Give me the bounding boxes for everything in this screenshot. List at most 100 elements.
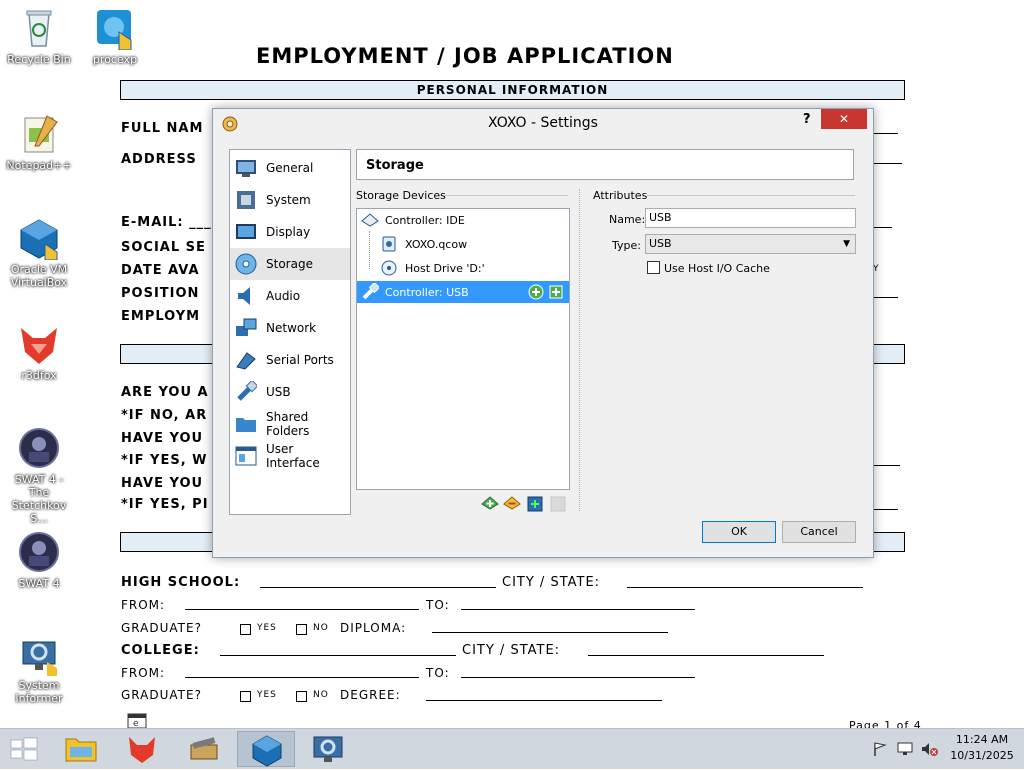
help-button[interactable]: ? <box>803 112 811 127</box>
field-social-security: SOCIAL SE <box>121 240 206 255</box>
field-if-yes-1: *IF YES, W <box>121 453 208 468</box>
desktop-icon-r3dfox[interactable]: r3dfox <box>4 322 74 382</box>
tree-item-controller-usb[interactable]: Controller: USB <box>357 281 569 303</box>
tree-item-label: Host Drive 'D:' <box>405 261 485 275</box>
swat4-icon <box>17 530 61 574</box>
add-attachment-icon[interactable] <box>526 495 544 513</box>
underline <box>461 609 695 610</box>
desktop-icon-system-informer[interactable]: System Informer <box>4 632 74 705</box>
taskbar-folder-books[interactable] <box>175 731 233 767</box>
volume-muted-icon[interactable] <box>920 741 938 757</box>
tree-item-label: Controller: USB <box>385 285 469 299</box>
ide-controller-icon <box>361 211 379 229</box>
tree-item-host-drive[interactable]: Host Drive 'D:' <box>381 257 485 279</box>
underline <box>872 465 900 466</box>
cancel-button[interactable]: Cancel <box>782 521 856 543</box>
desktop-icon-label: SWAT 4 - The Stetchkov S... <box>11 473 67 525</box>
field-employment: EMPLOYM <box>121 309 201 324</box>
ok-button[interactable]: OK <box>702 521 776 543</box>
audio-icon <box>235 285 257 307</box>
remove-controller-icon[interactable] <box>503 495 521 513</box>
system-informer-icon <box>313 736 343 762</box>
clock-date[interactable]: 10/31/2025 <box>944 749 1020 762</box>
use-host-cache-label: Use Host I/O Cache <box>664 262 770 275</box>
nav-item-general[interactable]: General <box>230 152 350 184</box>
use-host-cache-checkbox[interactable] <box>647 261 660 274</box>
nav-item-label: Shared Folders <box>266 410 310 438</box>
nav-item-audio[interactable]: Audio <box>230 280 350 312</box>
folder-books-icon <box>190 737 218 760</box>
nav-item-user-interface[interactable]: User Interface <box>230 440 350 472</box>
underline <box>220 655 456 656</box>
tree-item-label: XOXO.qcow <box>405 237 468 251</box>
desktop-icon-label: r3dfox <box>21 369 57 382</box>
add-usb-device-icon[interactable] <box>528 284 544 300</box>
taskbar: 11:24 AM 10/31/2025 <box>0 728 1024 769</box>
field-college-city-state: CITY / STATE: <box>462 643 561 658</box>
dialog-titlebar[interactable]: XOXO - Settings ? ✕ <box>213 109 873 139</box>
name-input[interactable]: USB <box>645 208 856 228</box>
field-graduate-2: GRADUATE? <box>121 688 202 702</box>
name-label: Name: <box>609 213 646 226</box>
nav-item-label: Display <box>266 225 311 239</box>
notepad-plus-plus-icon <box>17 112 61 156</box>
taskbar-file-explorer[interactable] <box>52 731 110 767</box>
swat4-expansion-icon <box>17 426 61 470</box>
desktop-icon-swat4[interactable]: SWAT 4 <box>4 530 74 590</box>
graduate-yes-label: YES <box>257 623 277 633</box>
system-icon <box>235 189 257 211</box>
nav-item-network[interactable]: Network <box>230 312 350 344</box>
desktop-icon-recycle-bin[interactable]: Recycle Bin <box>4 6 74 66</box>
graduate-yes-checkbox-2[interactable] <box>240 691 251 702</box>
desktop-icon-virtualbox[interactable]: Oracle VM VirtualBox <box>4 216 74 289</box>
desktop-icon-procexp[interactable]: procexp <box>80 6 150 66</box>
start-button[interactable] <box>0 731 48 767</box>
tree-connector <box>369 231 371 269</box>
pane-splitter[interactable] <box>579 189 581 511</box>
taskbar-virtualbox[interactable] <box>237 731 295 767</box>
field-city-state: CITY / STATE: <box>502 575 601 590</box>
desktop-icon-notepad-plus-plus[interactable]: Notepad++ <box>4 112 74 172</box>
graduate-no-label-2: NO <box>313 690 329 700</box>
nav-item-storage[interactable]: Storage <box>230 248 350 280</box>
dialog-title: XOXO - Settings <box>488 115 598 131</box>
nav-item-usb[interactable]: USB <box>230 376 350 408</box>
nav-item-shared-folders[interactable]: Shared Folders <box>230 408 350 440</box>
underline <box>872 297 898 298</box>
nav-item-serial-ports[interactable]: Serial Ports <box>230 344 350 376</box>
nav-item-system[interactable]: System <box>230 184 350 216</box>
add-controller-icon[interactable] <box>481 495 499 513</box>
file-explorer-icon <box>65 738 97 762</box>
field-email: E-MAIL: ___ <box>121 215 212 230</box>
graduate-yes-checkbox[interactable] <box>240 624 251 635</box>
general-icon <box>235 157 257 179</box>
nav-item-label: User Interface <box>266 442 320 470</box>
display-icon <box>235 221 257 243</box>
desktop-icon-label: procexp <box>92 53 138 66</box>
tree-item-controller-ide[interactable]: Controller: IDE <box>357 209 569 231</box>
field-have-you-2: HAVE YOU <box>121 476 204 491</box>
taskbar-system-informer[interactable] <box>299 731 357 767</box>
nav-item-label: Network <box>266 321 317 335</box>
tree-item-xoxo-qcow[interactable]: XOXO.qcow <box>381 233 467 255</box>
desktop-icon-swat4-expansion[interactable]: SWAT 4 - The Stetchkov S... <box>4 426 74 525</box>
usb-icon <box>235 379 259 403</box>
type-select[interactable]: USB ▼ <box>645 234 856 254</box>
flag-icon[interactable] <box>872 741 888 757</box>
network-tray-icon[interactable] <box>897 741 913 757</box>
desktop-icon-label: System Informer <box>15 679 63 705</box>
graduate-no-checkbox-2[interactable] <box>296 691 307 702</box>
underline <box>872 227 892 228</box>
svg-text:e: e <box>133 719 139 728</box>
graduate-yes-label-2: YES <box>257 690 277 700</box>
clock-time[interactable]: 11:24 AM <box>944 733 1020 746</box>
graduate-no-checkbox[interactable] <box>296 624 307 635</box>
nav-item-display[interactable]: Display <box>230 216 350 248</box>
remove-attachment-icon[interactable] <box>549 495 567 513</box>
close-button[interactable]: ✕ <box>821 109 867 129</box>
chevron-down-icon: ▼ <box>843 239 850 249</box>
taskbar-r3dfox[interactable] <box>113 731 171 767</box>
add-usb-disk-icon[interactable] <box>548 284 564 300</box>
field-if-no: *IF NO, AR <box>121 408 208 423</box>
field-are-you: ARE YOU A <box>121 385 209 400</box>
